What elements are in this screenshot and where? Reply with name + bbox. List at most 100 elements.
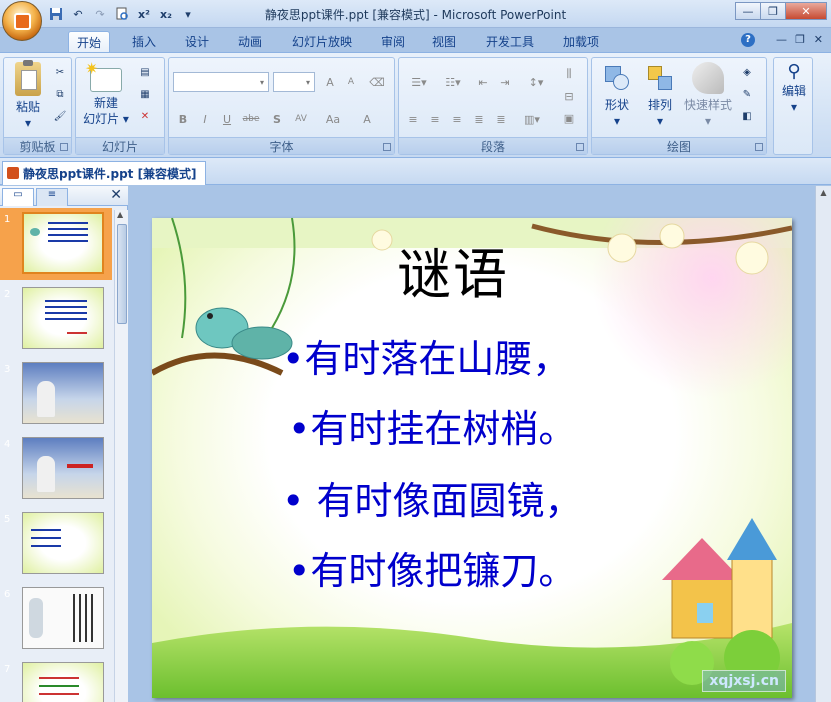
align-right-icon[interactable]: ≡ [447,109,467,129]
smartart-icon[interactable]: ▣ [559,108,579,128]
font-size-combo[interactable]: ▾ [273,72,315,92]
restore-button[interactable]: ❐ [760,2,786,20]
shape-fill-icon[interactable]: ◈ [738,64,756,80]
dialog-launcher-icon[interactable] [576,143,584,151]
tab-animation[interactable]: 动画 [230,31,270,52]
arrange-label: 排列 [647,98,672,112]
thumbnail-image [22,362,104,424]
scroll-up-icon[interactable]: ▲ [117,210,123,219]
delete-slide-icon[interactable]: ✕ [136,108,154,124]
dropdown-arrow-icon: ▾ [613,114,621,128]
slide-thumbnail[interactable]: 5 [0,508,112,580]
scroll-up-icon[interactable]: ▲ [818,188,829,199]
main-scrollbar[interactable]: ▲ [815,186,831,702]
slide-thumbnail[interactable]: 4 [0,433,112,505]
slides-tab[interactable]: ▭ [2,188,34,206]
justify-icon[interactable]: ≣ [469,109,489,129]
change-case-button[interactable]: Aa [323,109,343,129]
paragraph-group: ☰▾ ☷▾ ⇤ ⇥ ↕▾ ⫼ ⊟ ▣ ≡ ≡ ≡ ≣ ≣ ▥▾ 段落 [398,57,588,155]
shapes-button[interactable]: 形状 ▾ [596,62,638,129]
text-direction-icon[interactable]: ⫼ [559,64,579,84]
char-spacing-button[interactable]: AV [291,109,311,129]
shadow-button[interactable]: S [267,109,287,129]
numbering-icon[interactable]: ☷▾ [437,72,469,92]
align-left-icon[interactable]: ≡ [403,109,423,129]
tab-developer[interactable]: 开发工具 [478,31,542,52]
paste-label: 粘贴 [15,100,40,114]
paste-button[interactable]: 粘贴 ▾ [8,60,48,131]
slide-thumbnail[interactable]: 6 [0,583,112,655]
dialog-launcher-icon[interactable] [383,143,391,151]
ribbon-minimize-icon[interactable]: — [776,33,787,46]
ribbon-close-icon[interactable]: ✕ [814,33,823,46]
bullet-item[interactable]: •有时像把镰刀。 [288,540,576,595]
ribbon-restore-icon[interactable]: ❐ [795,33,805,46]
outline-tab[interactable]: ≡ [36,188,68,206]
thumbnail-image [22,587,104,649]
bullet-item[interactable]: •有时落在山腰， [282,328,570,383]
shapes-label: 形状 [604,98,629,112]
tab-design[interactable]: 设计 [177,31,217,52]
minimize-button[interactable]: — [735,2,761,20]
reset-icon[interactable]: ▦ [136,86,154,102]
bullets-icon[interactable]: ☰▾ [403,72,435,92]
bullet-item[interactable]: •有时挂在树梢。 [288,398,576,453]
arrange-icon [644,62,676,94]
clear-format-icon[interactable]: ⌫ [367,72,387,92]
binoculars-icon: ⚲ [787,61,801,82]
tab-slideshow[interactable]: 幻灯片放映 [284,31,360,52]
slide-thumbnail[interactable]: 3 [0,358,112,430]
slide-thumbnail[interactable]: 2 [0,283,112,355]
tab-review[interactable]: 审阅 [373,31,413,52]
tab-addins[interactable]: 加载项 [555,31,607,52]
shape-outline-icon[interactable]: ✎ [738,86,756,102]
increase-indent-icon[interactable]: ⇥ [495,72,515,92]
align-text-icon[interactable]: ⊟ [559,86,579,106]
scrollbar-thumb[interactable] [117,224,127,324]
bullet-item[interactable]: • 有时像面圆镜， [282,470,583,525]
edit-button[interactable]: ⚲ 编辑 ▾ [776,61,812,115]
copy-icon[interactable]: ⧉ [51,86,69,102]
close-button[interactable]: ✕ [785,2,827,20]
slide-canvas[interactable]: 谜语 •有时落在山腰， •有时挂在树梢。 • 有时像面圆镜， •有时像把镰刀。 … [152,218,792,698]
new-slide-label-1: 新建 [93,96,118,110]
underline-button[interactable]: U [217,109,237,129]
paragraph-group-label: 段落 [399,137,587,154]
quick-styles-button[interactable]: 快速样式 ▾ [680,62,736,129]
new-slide-button[interactable]: ✷ 新建 幻灯片 ▾ [80,61,132,127]
dialog-launcher-icon[interactable] [755,143,763,151]
close-pane-icon[interactable]: ✕ [110,187,122,203]
align-center-icon[interactable]: ≡ [425,109,445,129]
strikethrough-button[interactable]: abe [241,109,261,129]
slide-thumbnail[interactable]: 7 [0,658,112,702]
tab-insert[interactable]: 插入 [124,31,164,52]
italic-button[interactable]: I [195,109,215,129]
slide-thumbnail[interactable]: 1 [0,208,112,280]
slide-number: 7 [4,664,11,675]
office-button[interactable] [2,1,42,41]
dialog-launcher-icon[interactable] [60,143,68,151]
shape-effects-icon[interactable]: ◧ [738,108,756,124]
grow-font-button[interactable]: A [320,72,340,92]
arrange-button[interactable]: 排列 ▾ [640,62,680,129]
document-tab[interactable]: 静夜思ppt课件.ppt [兼容模式] [2,161,206,185]
font-name-combo[interactable]: ▾ [173,72,269,92]
font-color-button[interactable]: A [357,109,377,129]
decrease-indent-icon[interactable]: ⇤ [473,72,493,92]
cut-icon[interactable]: ✂ [51,64,69,80]
bold-button[interactable]: B [173,109,193,129]
thumbnail-scrollbar[interactable]: ▲ [114,210,128,702]
shrink-font-button[interactable]: A [341,72,361,92]
new-slide-label-2: 幻灯片 [83,112,120,126]
slide-title[interactable]: 谜语 [397,230,509,309]
tab-view[interactable]: 视图 [424,31,464,52]
clipboard-group: 粘贴 ▾ ✂ ⧉ 🖌 剪贴板 [3,57,72,155]
tab-home[interactable]: 开始 [68,31,111,52]
columns-icon[interactable]: ▥▾ [517,109,547,129]
line-spacing-icon[interactable]: ↕▾ [521,72,551,92]
distributed-icon[interactable]: ≣ [491,109,511,129]
help-icon[interactable]: ? [741,33,755,47]
format-painter-icon[interactable]: 🖌 [51,108,69,124]
layout-icon[interactable]: ▤ [136,64,154,80]
new-slide-icon: ✷ [85,61,122,92]
